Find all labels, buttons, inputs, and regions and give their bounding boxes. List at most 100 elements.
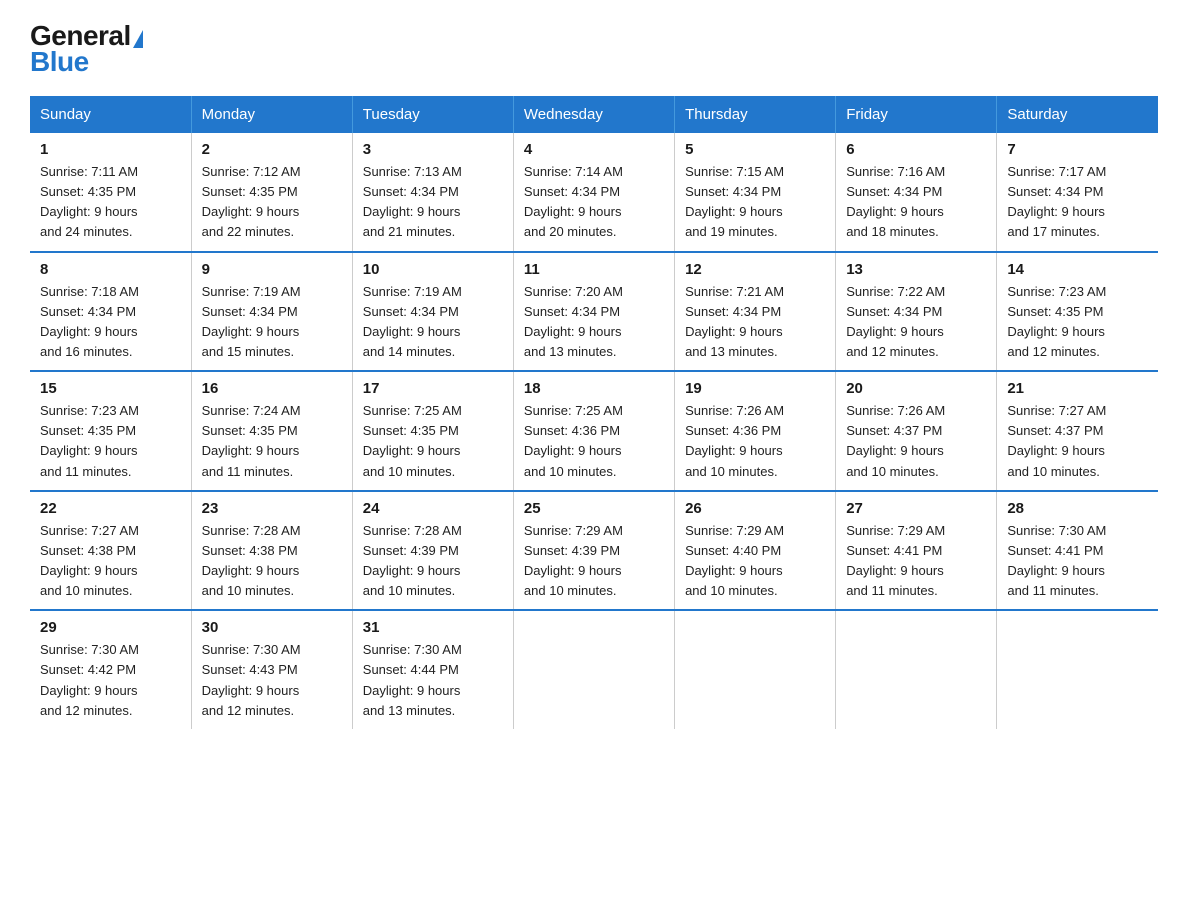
day-number: 2	[202, 141, 342, 158]
day-info: Sunrise: 7:29 AMSunset: 4:41 PMDaylight:…	[846, 521, 986, 602]
day-info: Sunrise: 7:16 AMSunset: 4:34 PMDaylight:…	[846, 162, 986, 243]
calendar-day-cell: 1 Sunrise: 7:11 AMSunset: 4:35 PMDayligh…	[30, 133, 191, 252]
day-info: Sunrise: 7:27 AMSunset: 4:38 PMDaylight:…	[40, 521, 181, 602]
calendar-day-cell: 19 Sunrise: 7:26 AMSunset: 4:36 PMDaylig…	[675, 371, 836, 491]
calendar-day-cell: 13 Sunrise: 7:22 AMSunset: 4:34 PMDaylig…	[836, 252, 997, 372]
day-number: 3	[363, 141, 503, 158]
day-info: Sunrise: 7:11 AMSunset: 4:35 PMDaylight:…	[40, 162, 181, 243]
day-number: 5	[685, 141, 825, 158]
calendar-day-cell: 7 Sunrise: 7:17 AMSunset: 4:34 PMDayligh…	[997, 133, 1158, 252]
calendar-day-cell: 26 Sunrise: 7:29 AMSunset: 4:40 PMDaylig…	[675, 491, 836, 611]
day-info: Sunrise: 7:20 AMSunset: 4:34 PMDaylight:…	[524, 282, 664, 363]
day-info: Sunrise: 7:29 AMSunset: 4:39 PMDaylight:…	[524, 521, 664, 602]
day-number: 25	[524, 500, 664, 517]
day-number: 13	[846, 261, 986, 278]
calendar-day-cell: 9 Sunrise: 7:19 AMSunset: 4:34 PMDayligh…	[191, 252, 352, 372]
calendar-day-cell: 29 Sunrise: 7:30 AMSunset: 4:42 PMDaylig…	[30, 610, 191, 729]
calendar-day-cell: 25 Sunrise: 7:29 AMSunset: 4:39 PMDaylig…	[513, 491, 674, 611]
calendar-day-cell: 8 Sunrise: 7:18 AMSunset: 4:34 PMDayligh…	[30, 252, 191, 372]
day-info: Sunrise: 7:25 AMSunset: 4:36 PMDaylight:…	[524, 401, 664, 482]
day-info: Sunrise: 7:30 AMSunset: 4:41 PMDaylight:…	[1007, 521, 1148, 602]
day-info: Sunrise: 7:22 AMSunset: 4:34 PMDaylight:…	[846, 282, 986, 363]
logo-triangle-icon	[133, 30, 143, 48]
calendar-header-day: Sunday	[30, 96, 191, 133]
calendar-header-day: Thursday	[675, 96, 836, 133]
calendar-day-cell: 21 Sunrise: 7:27 AMSunset: 4:37 PMDaylig…	[997, 371, 1158, 491]
calendar-week-row: 29 Sunrise: 7:30 AMSunset: 4:42 PMDaylig…	[30, 610, 1158, 729]
calendar-week-row: 1 Sunrise: 7:11 AMSunset: 4:35 PMDayligh…	[30, 133, 1158, 252]
day-number: 16	[202, 380, 342, 397]
day-info: Sunrise: 7:15 AMSunset: 4:34 PMDaylight:…	[685, 162, 825, 243]
day-number: 8	[40, 261, 181, 278]
day-info: Sunrise: 7:30 AMSunset: 4:43 PMDaylight:…	[202, 640, 342, 721]
calendar-header-day: Wednesday	[513, 96, 674, 133]
calendar-day-cell: 18 Sunrise: 7:25 AMSunset: 4:36 PMDaylig…	[513, 371, 674, 491]
calendar-day-cell: 27 Sunrise: 7:29 AMSunset: 4:41 PMDaylig…	[836, 491, 997, 611]
day-number: 29	[40, 619, 181, 636]
day-info: Sunrise: 7:23 AMSunset: 4:35 PMDaylight:…	[1007, 282, 1148, 363]
calendar-week-row: 15 Sunrise: 7:23 AMSunset: 4:35 PMDaylig…	[30, 371, 1158, 491]
calendar-day-cell: 5 Sunrise: 7:15 AMSunset: 4:34 PMDayligh…	[675, 133, 836, 252]
calendar-day-cell: 14 Sunrise: 7:23 AMSunset: 4:35 PMDaylig…	[997, 252, 1158, 372]
calendar-day-cell: 2 Sunrise: 7:12 AMSunset: 4:35 PMDayligh…	[191, 133, 352, 252]
day-info: Sunrise: 7:29 AMSunset: 4:40 PMDaylight:…	[685, 521, 825, 602]
day-number: 20	[846, 380, 986, 397]
day-number: 24	[363, 500, 503, 517]
day-info: Sunrise: 7:30 AMSunset: 4:44 PMDaylight:…	[363, 640, 503, 721]
calendar-day-cell: 16 Sunrise: 7:24 AMSunset: 4:35 PMDaylig…	[191, 371, 352, 491]
calendar-day-cell	[836, 610, 997, 729]
calendar-day-cell: 22 Sunrise: 7:27 AMSunset: 4:38 PMDaylig…	[30, 491, 191, 611]
calendar-day-cell: 15 Sunrise: 7:23 AMSunset: 4:35 PMDaylig…	[30, 371, 191, 491]
day-number: 10	[363, 261, 503, 278]
calendar-day-cell	[675, 610, 836, 729]
logo-blue-text: Blue	[30, 46, 89, 78]
calendar-day-cell: 28 Sunrise: 7:30 AMSunset: 4:41 PMDaylig…	[997, 491, 1158, 611]
day-info: Sunrise: 7:17 AMSunset: 4:34 PMDaylight:…	[1007, 162, 1148, 243]
day-number: 14	[1007, 261, 1148, 278]
calendar-week-row: 22 Sunrise: 7:27 AMSunset: 4:38 PMDaylig…	[30, 491, 1158, 611]
calendar-day-cell: 11 Sunrise: 7:20 AMSunset: 4:34 PMDaylig…	[513, 252, 674, 372]
day-number: 7	[1007, 141, 1148, 158]
calendar-day-cell: 31 Sunrise: 7:30 AMSunset: 4:44 PMDaylig…	[352, 610, 513, 729]
day-number: 19	[685, 380, 825, 397]
day-number: 11	[524, 261, 664, 278]
calendar-header-day: Saturday	[997, 96, 1158, 133]
calendar-header-row: SundayMondayTuesdayWednesdayThursdayFrid…	[30, 96, 1158, 133]
calendar-day-cell: 24 Sunrise: 7:28 AMSunset: 4:39 PMDaylig…	[352, 491, 513, 611]
calendar-week-row: 8 Sunrise: 7:18 AMSunset: 4:34 PMDayligh…	[30, 252, 1158, 372]
day-info: Sunrise: 7:28 AMSunset: 4:39 PMDaylight:…	[363, 521, 503, 602]
day-info: Sunrise: 7:25 AMSunset: 4:35 PMDaylight:…	[363, 401, 503, 482]
calendar-day-cell: 3 Sunrise: 7:13 AMSunset: 4:34 PMDayligh…	[352, 133, 513, 252]
day-info: Sunrise: 7:13 AMSunset: 4:34 PMDaylight:…	[363, 162, 503, 243]
day-info: Sunrise: 7:19 AMSunset: 4:34 PMDaylight:…	[202, 282, 342, 363]
calendar-table: SundayMondayTuesdayWednesdayThursdayFrid…	[30, 96, 1158, 729]
calendar-day-cell: 30 Sunrise: 7:30 AMSunset: 4:43 PMDaylig…	[191, 610, 352, 729]
day-number: 1	[40, 141, 181, 158]
calendar-day-cell: 23 Sunrise: 7:28 AMSunset: 4:38 PMDaylig…	[191, 491, 352, 611]
day-number: 15	[40, 380, 181, 397]
day-number: 6	[846, 141, 986, 158]
day-number: 27	[846, 500, 986, 517]
calendar-header-day: Friday	[836, 96, 997, 133]
day-number: 31	[363, 619, 503, 636]
day-info: Sunrise: 7:23 AMSunset: 4:35 PMDaylight:…	[40, 401, 181, 482]
calendar-day-cell	[997, 610, 1158, 729]
calendar-day-cell: 4 Sunrise: 7:14 AMSunset: 4:34 PMDayligh…	[513, 133, 674, 252]
calendar-header-day: Monday	[191, 96, 352, 133]
logo: General Blue	[30, 20, 143, 78]
day-info: Sunrise: 7:30 AMSunset: 4:42 PMDaylight:…	[40, 640, 181, 721]
day-info: Sunrise: 7:12 AMSunset: 4:35 PMDaylight:…	[202, 162, 342, 243]
calendar-day-cell: 6 Sunrise: 7:16 AMSunset: 4:34 PMDayligh…	[836, 133, 997, 252]
day-number: 23	[202, 500, 342, 517]
calendar-day-cell: 10 Sunrise: 7:19 AMSunset: 4:34 PMDaylig…	[352, 252, 513, 372]
day-info: Sunrise: 7:26 AMSunset: 4:36 PMDaylight:…	[685, 401, 825, 482]
day-info: Sunrise: 7:21 AMSunset: 4:34 PMDaylight:…	[685, 282, 825, 363]
calendar-day-cell: 12 Sunrise: 7:21 AMSunset: 4:34 PMDaylig…	[675, 252, 836, 372]
day-number: 9	[202, 261, 342, 278]
day-info: Sunrise: 7:24 AMSunset: 4:35 PMDaylight:…	[202, 401, 342, 482]
day-number: 28	[1007, 500, 1148, 517]
day-number: 26	[685, 500, 825, 517]
calendar-day-cell: 20 Sunrise: 7:26 AMSunset: 4:37 PMDaylig…	[836, 371, 997, 491]
page-header: General Blue	[30, 20, 1158, 78]
day-number: 4	[524, 141, 664, 158]
